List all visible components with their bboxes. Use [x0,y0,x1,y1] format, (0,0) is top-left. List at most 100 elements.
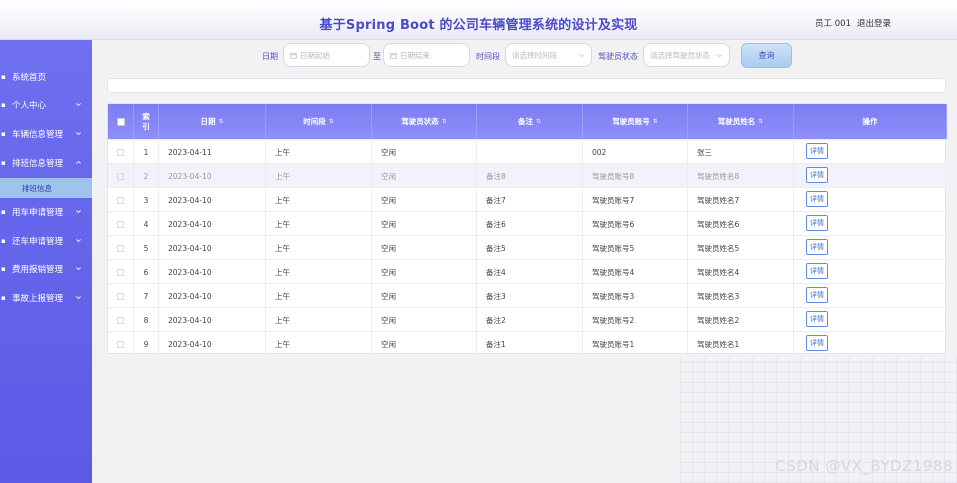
table-row[interactable]: 4 2023-04-10 上午 空闲 备注6 驾驶员账号6 驾驶员姓名6 详情 [108,211,947,236]
column-header-2[interactable]: 日期 ⇅ [159,104,266,139]
detail-button[interactable]: 详情 [806,335,828,351]
column-header-1[interactable]: 索引 [134,104,159,139]
user-icon: ▪ [1,101,6,109]
detail-button[interactable]: 详情 [806,239,828,255]
cell-actions: 详情 [794,212,947,236]
column-header-6[interactable]: 驾驶员账号 ⇅ [583,104,688,139]
sidebar-item-4[interactable]: ▪ 排班信息管理 [0,149,92,177]
cell-idx: 4 [134,212,159,236]
cell-note: 备注4 [477,260,583,284]
cell-account: 驾驶员账号2 [583,308,688,332]
sidebar-item-3[interactable]: ▪ 车辆信息管理 [0,120,92,148]
row-checkbox-cell[interactable] [108,164,134,188]
table-row[interactable]: 2 2023-04-10 上午 空闲 备注8 驾驶员账号8 驾驶员姓名8 详情 [108,163,947,188]
query-button[interactable]: 查询 [741,43,792,68]
row-checkbox-cell[interactable] [108,332,134,356]
date-end-placeholder: 日期结束 [400,50,430,60]
cell-actions: 详情 [794,188,947,212]
row-checkbox-cell[interactable] [108,212,134,236]
sidebar-item-7[interactable]: ▪ 费用报销管理 [0,255,92,283]
row-checkbox[interactable] [117,244,124,252]
row-checkbox[interactable] [117,148,124,156]
detail-button[interactable]: 详情 [806,263,828,279]
cell-note: 备注8 [477,164,583,188]
column-header-8[interactable]: 操作 [794,104,947,139]
column-header-3[interactable]: 时间段 ⇅ [266,104,372,139]
cell-actions: 详情 [794,260,947,284]
table-row[interactable]: 3 2023-04-10 上午 空闲 备注7 驾驶员账号7 驾驶员姓名7 详情 [108,187,947,212]
sort-icon[interactable]: ⇅ [218,118,223,125]
detail-button[interactable]: 详情 [806,143,828,159]
detail-button[interactable]: 详情 [806,191,828,207]
cell-period: 上午 [266,308,372,332]
detail-button[interactable]: 详情 [806,311,828,327]
sidebar-item-label: 系统首页 [12,73,47,83]
sort-icon[interactable]: ⇅ [758,118,763,125]
column-header-label: 驾驶员账号 [612,117,650,126]
select-all-checkbox[interactable] [108,104,134,139]
table-row[interactable]: 5 2023-04-10 上午 空闲 备注5 驾驶员账号5 驾驶员姓名5 详情 [108,235,947,260]
toolbar-area [107,78,946,93]
cell-status: 空闲 [372,212,477,236]
date-end-input[interactable]: 日期结束 [383,43,470,67]
sidebar-item-2[interactable]: ▪ 个人中心 [0,91,92,119]
status-select[interactable]: 请选择驾驶员状态 [643,43,730,67]
cell-name: 驾驶员姓名4 [688,260,794,284]
cell-actions: 详情 [794,164,947,188]
sort-icon[interactable]: ⇅ [653,118,658,125]
detail-button[interactable]: 详情 [806,167,828,183]
cell-name: 驾驶员姓名8 [688,164,794,188]
cell-actions: 详情 [794,308,947,332]
row-checkbox[interactable] [117,172,124,180]
row-checkbox[interactable] [117,220,124,228]
sidebar-item-5[interactable]: ▪ 用车申请管理 [0,198,92,226]
sort-icon[interactable]: ⇅ [536,118,541,125]
cell-name: 驾驶员姓名5 [688,236,794,260]
table-row[interactable]: 7 2023-04-10 上午 空闲 备注3 驾驶员账号3 驾驶员姓名3 详情 [108,283,947,308]
column-header-7[interactable]: 驾驶员姓名 ⇅ [688,104,794,139]
row-checkbox-cell[interactable] [108,260,134,284]
table-row[interactable]: 9 2023-04-10 上午 空闲 备注1 驾驶员账号1 驾驶员姓名1 详情 [108,331,947,356]
sidebar-item-1[interactable]: ▪ 系统首页 [0,63,92,91]
sort-icon[interactable]: ⇅ [442,118,447,125]
sort-icon[interactable]: ⇅ [329,118,334,125]
to-label: 至 [373,52,381,61]
row-checkbox-cell[interactable] [108,140,134,164]
cell-note: 备注5 [477,236,583,260]
row-checkbox[interactable] [117,340,124,348]
table-row[interactable]: 6 2023-04-10 上午 空闲 备注4 驾驶员账号4 驾驶员姓名4 详情 [108,259,947,284]
user-name: 员工 001 [815,19,851,29]
chevron-down-icon [76,210,81,214]
chevron-down-icon [76,132,81,136]
detail-button[interactable]: 详情 [806,287,828,303]
column-header-4[interactable]: 驾驶员状态 ⇅ [372,104,477,139]
cell-account: 驾驶员账号3 [583,284,688,308]
detail-button[interactable]: 详情 [806,215,828,231]
cell-idx: 1 [134,140,159,164]
cell-name: 驾驶员姓名3 [688,284,794,308]
row-checkbox[interactable] [117,316,124,324]
row-checkbox-cell[interactable] [108,188,134,212]
cell-account: 驾驶员账号6 [583,212,688,236]
sidebar-subitem-schedule[interactable]: 排班信息 [0,178,92,198]
date-start-input[interactable]: 日期起始 [283,43,370,67]
sidebar-item-label: 用车申请管理 [12,208,64,218]
row-checkbox[interactable] [117,268,124,276]
row-checkbox[interactable] [117,292,124,300]
row-checkbox-cell[interactable] [108,284,134,308]
row-checkbox[interactable] [117,196,124,204]
table-row[interactable]: 1 2023-04-11 上午 空闲 002 张三 详情 [108,139,947,164]
chevron-down-icon [76,296,81,300]
column-header-label: 日期 [200,117,216,126]
cell-idx: 2 [134,164,159,188]
sidebar-item-6[interactable]: ▪ 还车申请管理 [0,227,92,255]
row-checkbox-cell[interactable] [108,236,134,260]
table-row[interactable]: 8 2023-04-10 上午 空闲 备注2 驾驶员账号2 驾驶员姓名2 详情 [108,307,947,332]
document-icon: ▪ [1,265,6,273]
sidebar-item-8[interactable]: ▪ 事故上报管理 [0,284,92,312]
row-checkbox-cell[interactable] [108,308,134,332]
logout-link[interactable]: 退出登录 [857,17,891,29]
chevron-down-icon [76,267,81,271]
period-select[interactable]: 请选择时间段 [505,43,592,67]
column-header-5[interactable]: 备注 ⇅ [477,104,583,139]
